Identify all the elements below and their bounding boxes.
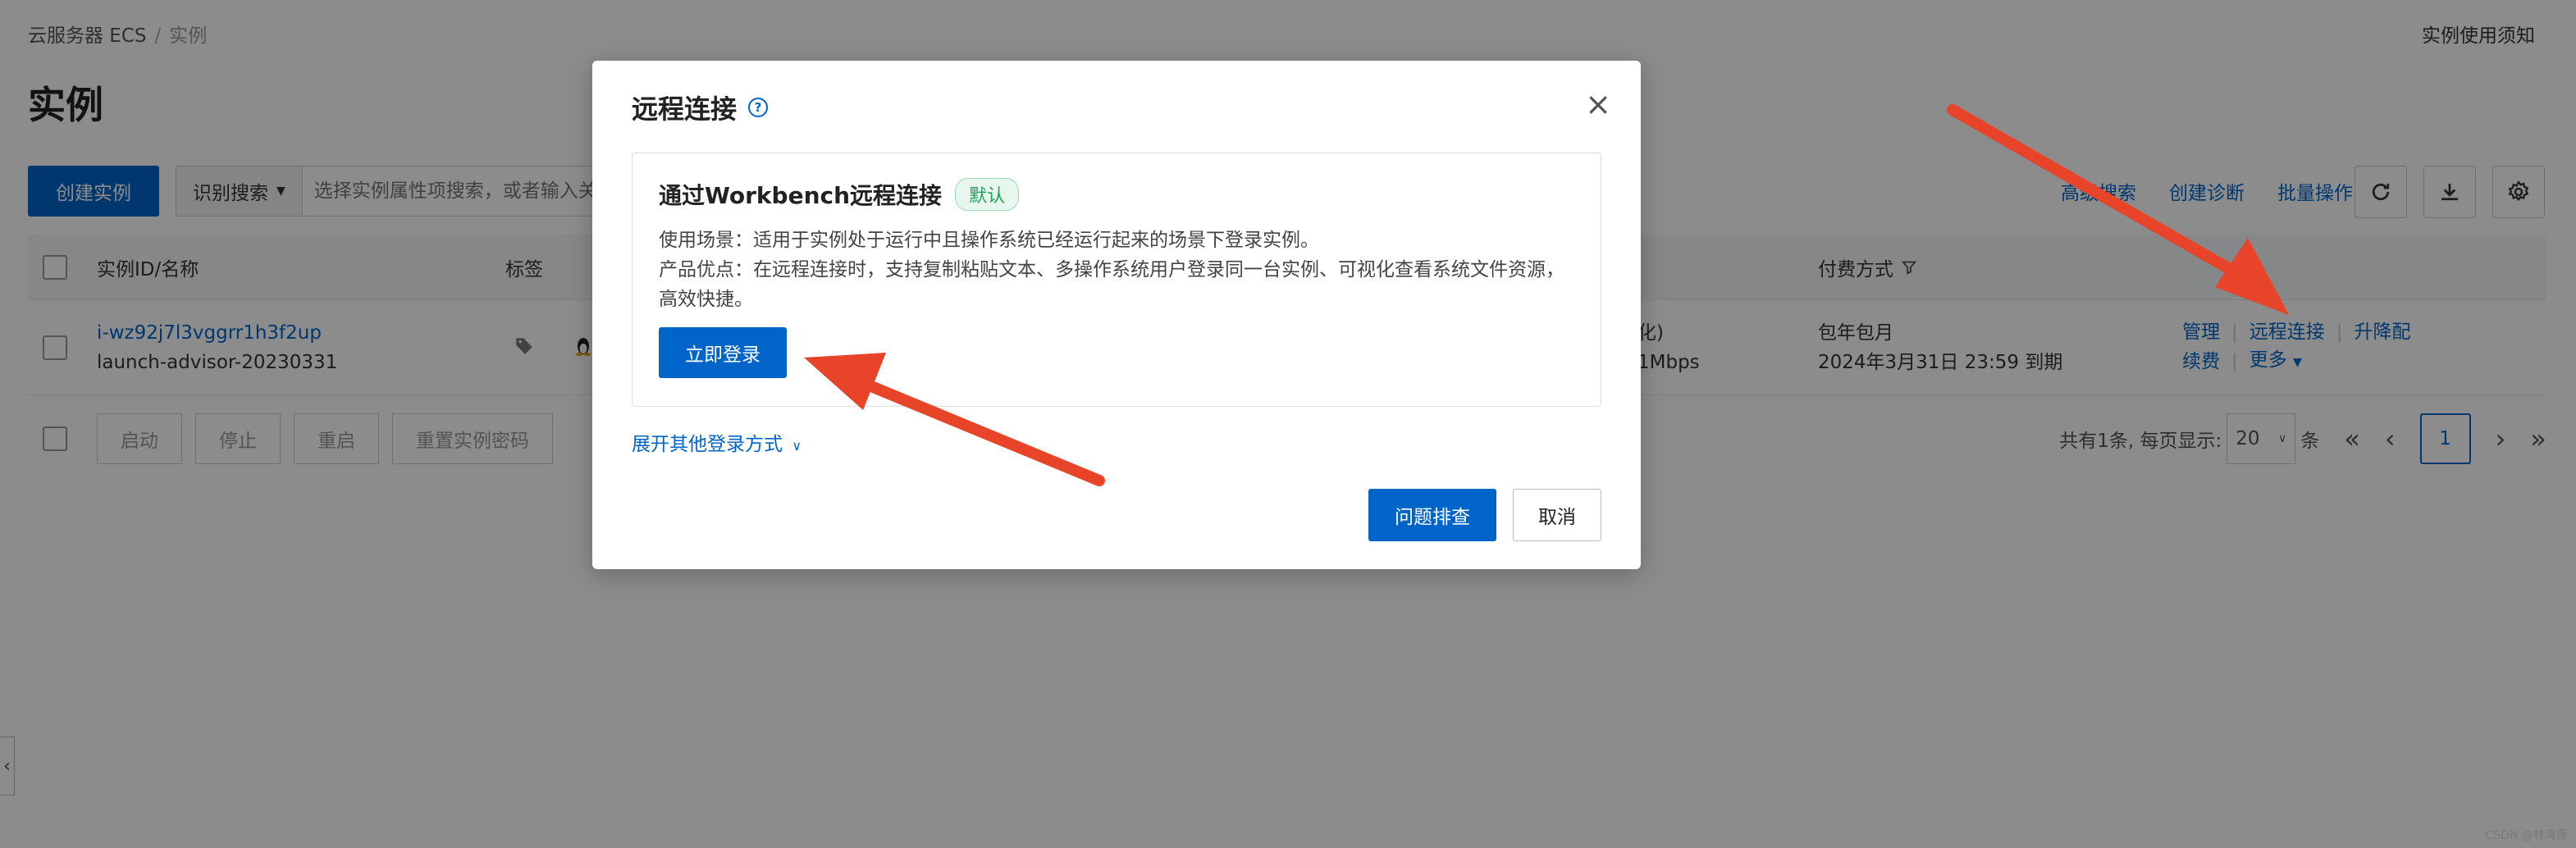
dialog-title: 远程连接 ? — [632, 89, 769, 126]
workbench-card-title-text: 通过Workbench远程连接 — [659, 182, 943, 209]
workbench-description: 使用场景：适用于实例处于运行中且操作系统已经运行起来的场景下登录实例。 产品优点… — [659, 226, 1578, 314]
remote-connect-dialog: 远程连接 ? × 通过Workbench远程连接 默认 使用场景：适用于实例处于… — [592, 61, 1641, 569]
login-now-button[interactable]: 立即登录 — [659, 327, 787, 378]
product-advantage-text: 产品优点：在远程连接时，支持复制粘贴文本、多操作系统用户登录同一台实例、可视化查… — [659, 259, 1564, 310]
close-icon[interactable]: × — [1585, 89, 1611, 120]
cancel-button[interactable]: 取消 — [1513, 489, 1601, 541]
help-icon[interactable]: ? — [748, 98, 769, 117]
default-badge: 默认 — [955, 178, 1020, 211]
dialog-title-text: 远程连接 — [632, 93, 738, 125]
expand-other-login-link[interactable]: 展开其他登录方式 ∨ — [632, 428, 802, 456]
expand-other-login-label: 展开其他登录方式 — [632, 434, 783, 455]
usage-scenario-text: 使用场景：适用于实例处于运行中且操作系统已经运行起来的场景下登录实例。 — [659, 230, 1319, 251]
chevron-down-icon: ∨ — [792, 438, 802, 454]
troubleshoot-button[interactable]: 问题排查 — [1368, 489, 1496, 541]
workbench-card-title: 通过Workbench远程连接 默认 — [659, 178, 1020, 211]
workbench-card: 通过Workbench远程连接 默认 使用场景：适用于实例处于运行中且操作系统已… — [632, 153, 1601, 407]
